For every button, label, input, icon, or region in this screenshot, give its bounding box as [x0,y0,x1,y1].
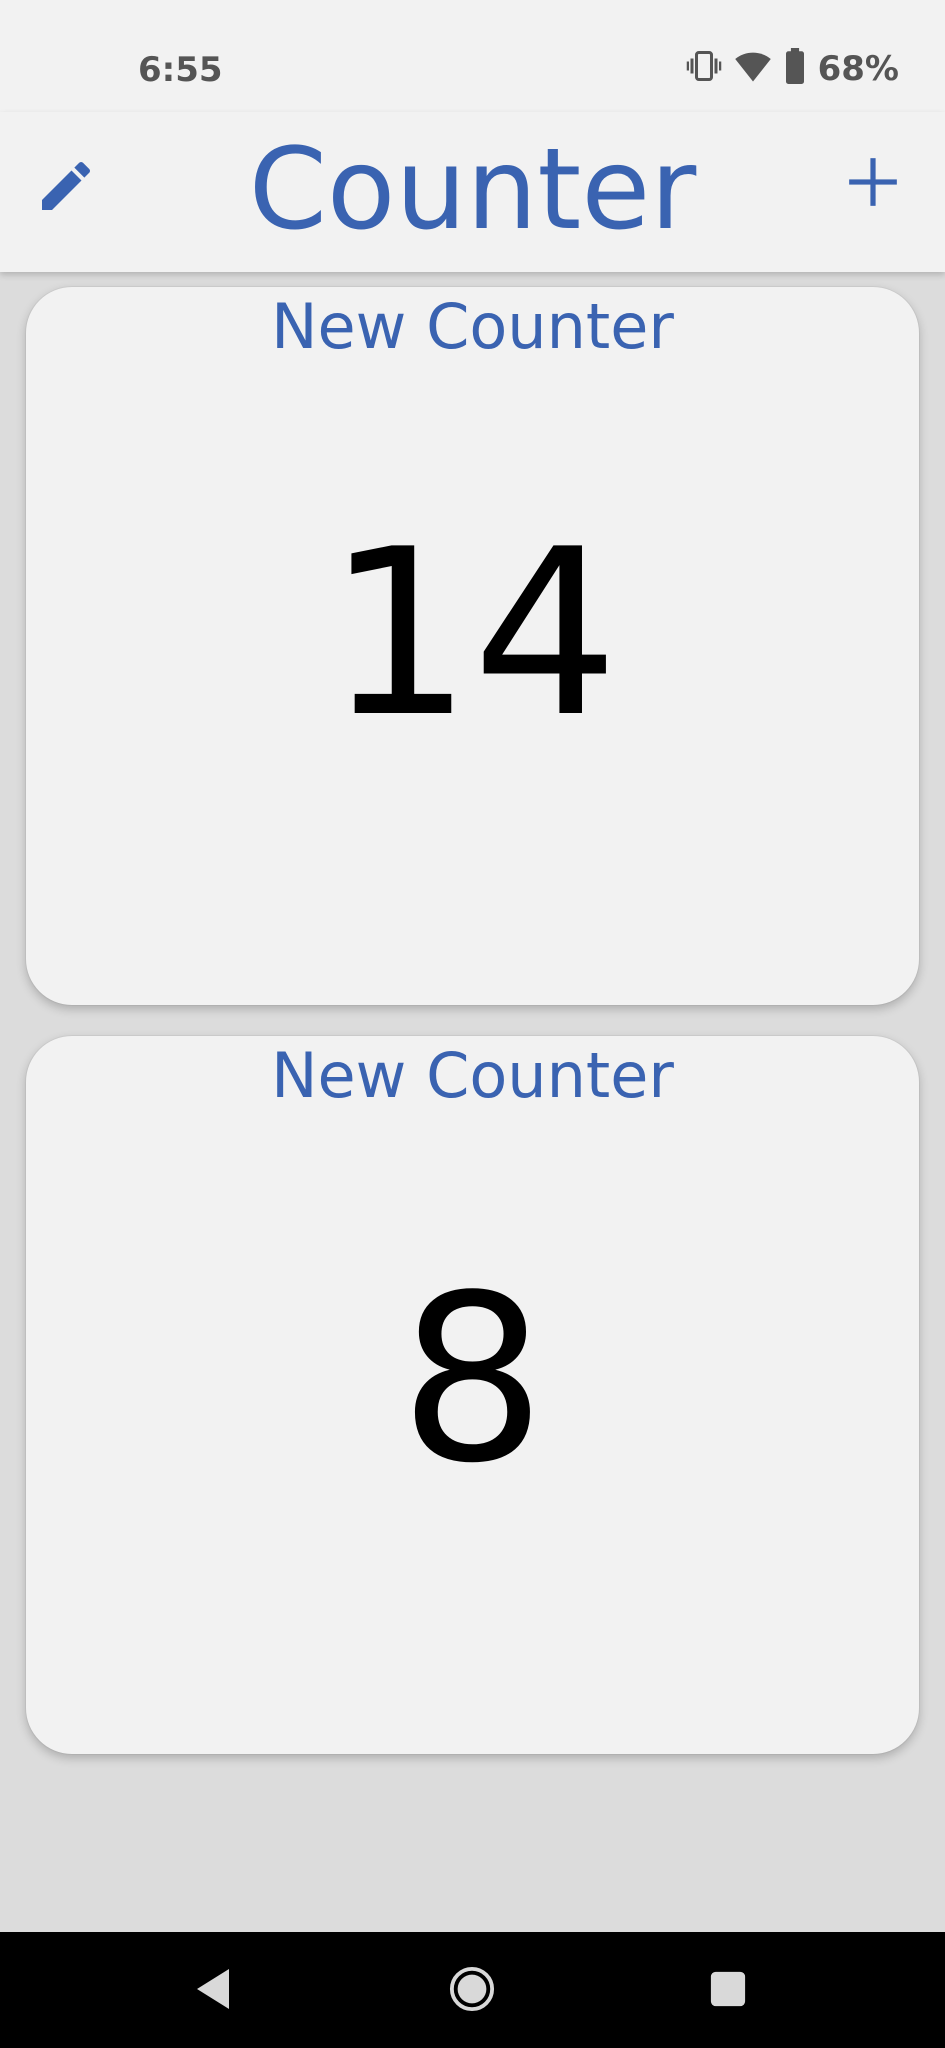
home-button[interactable] [437,1956,507,2026]
counter-value: 14 [326,501,619,768]
counter-name: New Counter [271,1039,674,1112]
counter-name: New Counter [271,290,674,363]
battery-percentage: 68% [817,48,899,89]
counter-card[interactable]: New Counter 14 [26,287,919,1005]
page-title: Counter [248,125,697,255]
home-icon [449,1966,495,2017]
plus-icon [847,156,899,213]
app-bar: Counter [0,112,945,272]
status-icons: 68% [686,48,899,89]
back-button[interactable] [178,1956,248,2026]
battery-icon [784,48,806,89]
counter-value: 8 [399,1247,546,1514]
add-counter-button[interactable] [831,142,915,226]
counter-card[interactable]: New Counter 8 [26,1036,919,1754]
recents-button[interactable] [693,1956,763,2026]
status-time: 6:55 [138,50,223,90]
status-bar: 6:55 68% [0,0,945,112]
back-icon [193,1967,233,2016]
vibrate-icon [686,48,722,89]
system-nav-bar [0,1932,945,2048]
recents-icon [709,1970,747,2013]
screen: 6:55 68% Counter New Counter 14 New Coun… [0,0,945,2048]
wifi-icon [734,49,772,88]
